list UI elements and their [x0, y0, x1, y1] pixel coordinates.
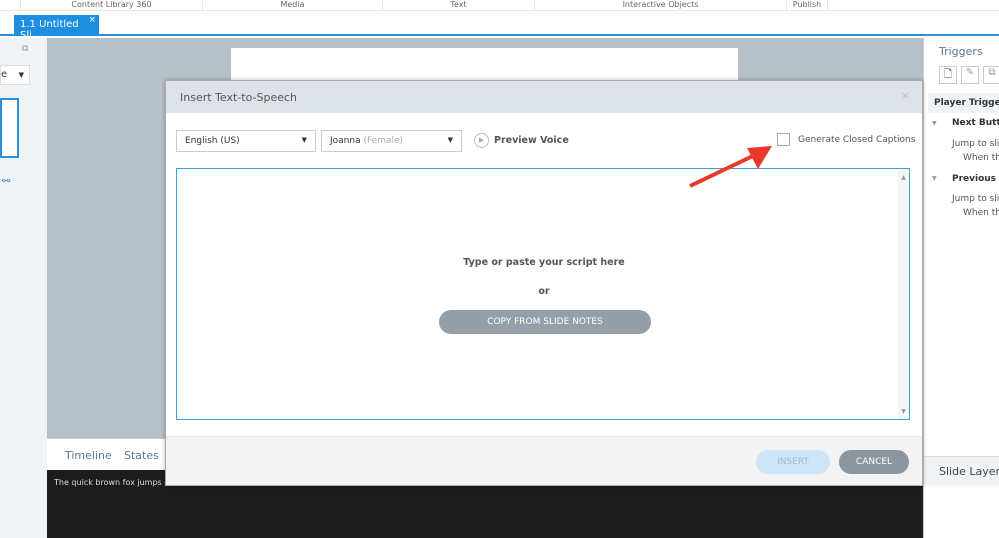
tab-bar [0, 11, 999, 36]
link-icon: ⚯ [2, 176, 11, 187]
dialog-title: Insert Text-to-Speech [180, 91, 297, 104]
copy-trigger-icon[interactable]: ⧉ [983, 66, 999, 84]
tab-states[interactable]: States [124, 449, 159, 462]
ribbon: Content Library 360 Media Text Interacti… [0, 0, 999, 11]
preview-voice-button[interactable]: Preview Voice [494, 135, 569, 146]
slide-thumbnail[interactable] [0, 98, 19, 158]
player-triggers-header: Player Triggers [928, 93, 999, 113]
trigger-action[interactable]: Jump to slide [952, 194, 999, 204]
trigger-action[interactable]: Jump to slide [952, 139, 999, 149]
voice-value: Joanna [330, 136, 361, 146]
edit-trigger-icon[interactable]: ✎ [961, 66, 979, 84]
script-textarea[interactable]: ▲ ▼ Type or paste your script here or COP… [176, 168, 910, 420]
language-select[interactable]: English (US) ▼ [176, 130, 316, 152]
notes-text: The quick brown fox jumps ove [54, 478, 179, 487]
voice-gender: (Female) [363, 136, 404, 146]
chevron-down-icon: ▼ [301, 136, 307, 144]
closed-captions-checkbox[interactable] [777, 133, 790, 146]
chevron-down-icon: ▼ [447, 136, 453, 144]
scroll-down-icon[interactable]: ▼ [898, 408, 909, 415]
ribbon-text[interactable]: Text [382, 0, 534, 10]
scroll-up-icon[interactable]: ▲ [898, 174, 909, 181]
close-icon[interactable]: × [88, 15, 96, 25]
trigger-name[interactable]: Previous Button [952, 174, 999, 184]
view-dropdown[interactable]: e ▼ [0, 65, 30, 85]
dropdown-text: e [1, 69, 8, 80]
chevron-down-icon: ▼ [18, 71, 24, 79]
ribbon-publish[interactable]: Publish [786, 0, 828, 10]
trigger-condition: When the [963, 208, 999, 218]
restore-icon[interactable]: ⧉ [22, 44, 28, 54]
ribbon-content-library[interactable]: Content Library 360 [20, 0, 202, 10]
red-arrow-annotation [689, 146, 772, 188]
dialog-header: Insert Text-to-Speech × [166, 81, 922, 113]
trigger-name[interactable]: Next Button [952, 118, 999, 128]
voice-select[interactable]: Joanna (Female) ▼ [321, 130, 462, 152]
language-value: English (US) [185, 136, 240, 146]
collapse-icon[interactable]: ▼ [932, 120, 937, 127]
copy-from-slide-notes-button[interactable]: COPY FROM SLIDE NOTES [439, 310, 651, 334]
trigger-condition: When the [963, 153, 999, 163]
triggers-title: Triggers [939, 45, 983, 58]
tab-slide[interactable]: 1.1 Untitled Sli... × [14, 15, 99, 41]
triggers-panel: Triggers 🗋 ✎ ⧉ Player Triggers ▼ Next Bu… [923, 38, 999, 538]
collapse-icon[interactable]: ▼ [932, 175, 937, 182]
insert-tts-dialog: Insert Text-to-Speech × English (US) ▼ Joa… [165, 80, 923, 486]
close-icon[interactable]: × [901, 89, 910, 102]
dialog-footer: INSERT CANCEL [166, 436, 922, 485]
script-placeholder: Type or paste your script here [463, 257, 625, 268]
closed-captions-label[interactable]: Generate Closed Captions [798, 135, 915, 145]
slide-layers-header[interactable]: Slide Layers [924, 456, 999, 486]
or-text: or [538, 286, 550, 297]
tab-timeline[interactable]: Timeline [65, 449, 112, 462]
left-panel: ⧉ e ▼ ⚯ [0, 38, 47, 538]
insert-button[interactable]: INSERT [756, 450, 830, 474]
new-trigger-icon[interactable]: 🗋 [939, 66, 957, 84]
play-icon[interactable]: ▶ [474, 133, 489, 148]
ribbon-interactive-objects[interactable]: Interactive Objects [534, 0, 786, 10]
cancel-button[interactable]: CANCEL [839, 450, 909, 474]
ribbon-media[interactable]: Media [202, 0, 382, 10]
